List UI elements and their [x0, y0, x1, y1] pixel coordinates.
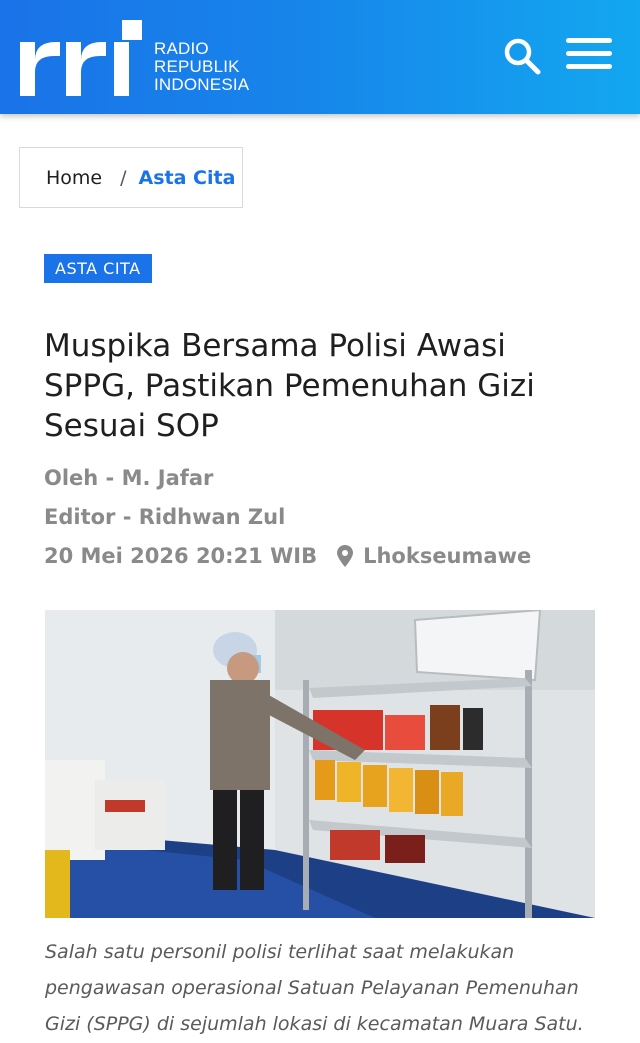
menu-bar — [566, 38, 612, 43]
article-photo — [45, 610, 595, 918]
article-title: Muspika Bersama Polisi Awasi SPPG, Pasti… — [44, 328, 535, 444]
breadcrumb-current-link[interactable]: Asta Cita — [139, 167, 236, 189]
menu-bar — [566, 64, 612, 69]
photo-caption: Salah satu personil polisi terlihat saat… — [45, 941, 584, 1035]
brand-name: RADIO REPUBLIK INDONESIA — [154, 40, 249, 94]
site-header: RADIO REPUBLIK INDONESIA — [0, 0, 640, 114]
category-badge[interactable]: ASTA CITA — [44, 254, 152, 283]
brand-line-3: INDONESIA — [154, 75, 250, 94]
location-pin-icon — [337, 545, 354, 567]
brand-line-2: REPUBLIK — [154, 57, 240, 76]
brand-line-1: RADIO — [154, 39, 209, 58]
article-dateline: 20 Mei 2026 20:21 WIB Lhokseumawe — [44, 544, 531, 568]
article-location: Lhokseumawe — [363, 544, 532, 568]
search-icon[interactable] — [502, 36, 542, 76]
article-editor: Editor - Ridhwan Zul — [44, 505, 286, 529]
breadcrumb: Home / Asta Cita — [19, 147, 243, 208]
breadcrumb-separator: / — [120, 166, 127, 189]
article-author: Oleh - M. Jafar — [44, 466, 214, 490]
breadcrumb-home-link[interactable]: Home — [46, 167, 102, 189]
rri-logo[interactable] — [20, 20, 144, 96]
hamburger-menu-icon[interactable] — [566, 38, 612, 76]
article-datetime: 20 Mei 2026 20:21 WIB — [44, 544, 318, 568]
menu-bar — [566, 51, 612, 56]
